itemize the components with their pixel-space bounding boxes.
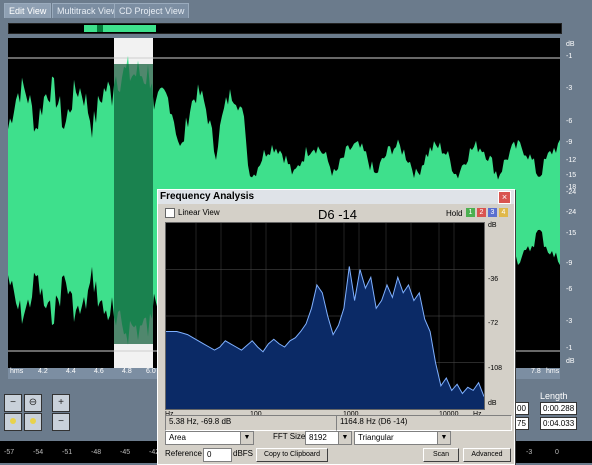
time-tick: 4.4: [66, 368, 76, 375]
hold-button-2[interactable]: 2: [477, 208, 486, 217]
ruler-label: -3: [566, 85, 573, 92]
ruler-label: dB: [566, 41, 575, 48]
fft-size-select[interactable]: 8192 ▼: [305, 431, 352, 445]
tab-multitrack-view[interactable]: Multitrack View: [52, 3, 123, 18]
window-function-select[interactable]: Triangular ▼: [354, 431, 451, 445]
time-tick: 4.2: [38, 368, 48, 375]
ruler-label: dB: [566, 358, 575, 365]
ruler-label: -15: [566, 230, 577, 237]
begin-value[interactable]: 00: [514, 402, 529, 415]
frequency-analysis-dialog: Frequency Analysis × Linear View D6 -14 …: [157, 189, 515, 465]
ruler-label: -24: [566, 189, 577, 196]
ruler-label: -9: [566, 139, 573, 146]
ruler-label: -15: [566, 172, 577, 179]
cursor-readout: 5.38 Hz, -69.8 dB: [165, 415, 339, 431]
reference-unit: dBFS: [233, 449, 254, 458]
advanced-button[interactable]: Advanced: [463, 448, 511, 462]
time-tick: 6.0: [146, 368, 156, 375]
dialog-titlebar[interactable]: Frequency Analysis ×: [158, 190, 514, 204]
level-tick-label: -57: [4, 449, 15, 456]
length-value[interactable]: 0:04.033: [540, 417, 578, 430]
zoom-out-vertical-icon[interactable]: −: [52, 413, 70, 431]
waveform-overview[interactable]: [8, 23, 562, 34]
y-axis-label: dB: [488, 222, 497, 229]
tab-cd-project-view[interactable]: CD Project View: [114, 3, 190, 18]
selection-highlight: [114, 64, 153, 344]
level-tick-label: -51: [62, 449, 73, 456]
ruler-label: -6: [566, 118, 573, 125]
spectrum-area: [166, 266, 484, 409]
chevron-down-icon[interactable]: ▼: [338, 432, 351, 444]
y-axis-label: -72: [488, 320, 499, 327]
level-tick-label: -48: [91, 449, 102, 456]
ruler-label: -1: [566, 53, 573, 60]
close-icon[interactable]: ×: [498, 191, 511, 204]
overview-cursor: [97, 25, 103, 32]
y-axis-label: -108: [488, 365, 503, 372]
linear-view-label: Linear View: [178, 208, 220, 218]
y-axis-label: dB: [488, 400, 497, 407]
checkbox-icon[interactable]: [165, 208, 175, 218]
scan-button[interactable]: Scan: [423, 448, 459, 462]
hold-button-1[interactable]: 1: [466, 208, 475, 217]
time-unit-label: hms: [546, 368, 560, 375]
level-tick-label: -45: [120, 449, 131, 456]
graph-mode-value: Area: [169, 433, 186, 442]
spectrum-svg: [166, 223, 484, 409]
zoom-out-icon[interactable]: −: [4, 394, 22, 412]
time-tick: 7.8: [531, 368, 541, 375]
hold-button-3[interactable]: 3: [488, 208, 497, 217]
chevron-down-icon[interactable]: ▼: [240, 432, 253, 444]
fft-size-value: 8192: [309, 433, 327, 442]
level-tick-label: -3: [526, 449, 533, 456]
y-axis-label: -36: [488, 276, 499, 283]
ruler-label: -24: [566, 209, 577, 216]
begin-value[interactable]: 75: [514, 417, 529, 430]
time-unit-label: hms: [10, 368, 24, 375]
overview-visible-range[interactable]: [84, 25, 156, 32]
ruler-label: -3: [566, 318, 573, 325]
reference-value: 0: [207, 450, 212, 459]
reference-label: Reference: [165, 449, 202, 458]
hold-label: Hold: [446, 209, 463, 218]
graph-mode-select[interactable]: Area ▼: [165, 431, 254, 445]
zoom-out-full-icon[interactable]: ⊖: [24, 394, 42, 412]
note-display: D6 -14: [318, 207, 358, 222]
spectrum-plot[interactable]: [165, 222, 485, 410]
window-function-value: Triangular: [358, 433, 394, 442]
length-value[interactable]: 0:00.288: [540, 402, 578, 415]
level-tick-label: -54: [33, 449, 44, 456]
ruler-label: -1: [566, 345, 573, 352]
length-header: Length: [540, 391, 568, 401]
ruler-label: -12: [566, 157, 577, 164]
amplitude-ruler: dB -1 -3 -6 -9 -12 -15 -18 -24 -24 -15 -…: [560, 38, 592, 368]
chevron-down-icon[interactable]: ▼: [437, 432, 450, 444]
fft-size-label: FFT Size: [273, 432, 306, 441]
view-tabs: Edit View Multitrack View CD Project Vie…: [0, 0, 592, 18]
zoom-left-icon[interactable]: [24, 413, 42, 431]
level-tick-label: 0: [555, 449, 559, 456]
reference-input[interactable]: 0: [203, 448, 232, 462]
zoom-to-selection-icon[interactable]: [4, 413, 22, 431]
zoom-in-vertical-icon[interactable]: +: [52, 394, 70, 412]
time-tick: 4.6: [94, 368, 104, 375]
linear-view-checkbox[interactable]: Linear View: [165, 208, 220, 218]
ruler-label: -6: [566, 286, 573, 293]
dialog-title: Frequency Analysis: [160, 191, 255, 202]
hold-button-4[interactable]: 4: [499, 208, 508, 217]
tab-edit-view[interactable]: Edit View: [4, 3, 52, 18]
ruler-label: -9: [566, 260, 573, 267]
copy-to-clipboard-button[interactable]: Copy to Clipboard: [256, 448, 328, 462]
time-tick: 4.8: [122, 368, 132, 375]
peak-readout: 1164.8 Hz (D6 -14): [336, 415, 512, 431]
